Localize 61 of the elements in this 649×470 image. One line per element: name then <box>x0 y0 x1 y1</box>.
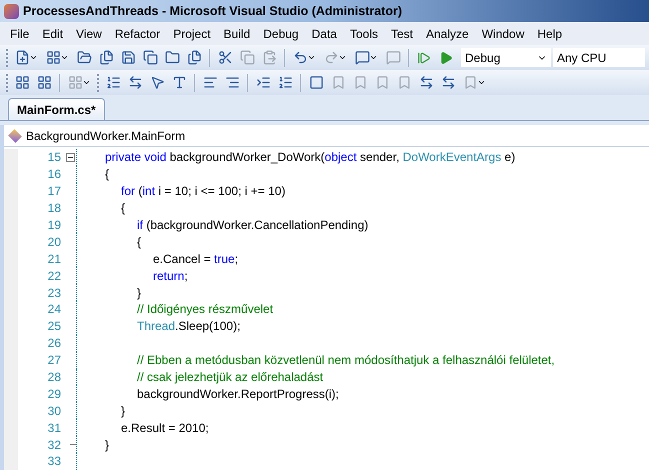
breadcrumb-text: BackgroundWorker.MainForm <box>26 128 186 144</box>
line-number: 27 <box>46 354 61 366</box>
menu-item[interactable]: Help <box>531 24 568 42</box>
document-tab[interactable]: MainForm.cs* <box>8 98 105 120</box>
line-number: 15 <box>46 151 61 164</box>
menu-item[interactable]: Test <box>384 24 419 42</box>
menu-item[interactable]: Edit <box>36 24 70 42</box>
line-number: 24 <box>46 303 61 316</box>
menu-item[interactable]: Data <box>306 24 343 42</box>
code-line: { <box>136 236 142 248</box>
fold-end-mark <box>70 444 76 446</box>
menu-item[interactable]: Debug <box>257 24 305 42</box>
menu-item[interactable]: Tools <box>344 24 384 42</box>
window-title: ProcessesAndThreads - Microsoft Visual Studio (Administrator) <box>23 2 402 20</box>
menu-item[interactable]: Analyze <box>420 24 475 42</box>
menu-item[interactable]: Project <box>167 24 217 42</box>
platform-dropdown[interactable]: Any CPU <box>553 48 645 67</box>
line-number: 22 <box>46 270 61 282</box>
line-number: 29 <box>46 388 61 400</box>
menu-item[interactable]: File <box>4 24 36 42</box>
code-line: private void backgroundWorker_DoWork(object sender, DoWorkEventArgs e) <box>104 151 516 164</box>
menu-item[interactable]: Window <box>476 24 530 42</box>
menu-item[interactable]: View <box>70 24 108 42</box>
line-number: 26 <box>46 337 61 350</box>
line-number: 16 <box>46 168 61 180</box>
code-line: if (backgroundWorker.CancellationPending) <box>136 219 368 231</box>
line-number: 23 <box>46 286 61 299</box>
toolbar-grip[interactable] <box>6 48 9 66</box>
line-number: 19 <box>46 219 61 231</box>
line-number: 32 <box>46 438 61 451</box>
code-line: return; <box>152 270 188 282</box>
menu-item[interactable]: Build <box>218 24 256 42</box>
code-line: // Időigényes részművelet <box>136 303 274 316</box>
toolbar-grip[interactable] <box>6 74 9 92</box>
line-number: 17 <box>46 185 61 198</box>
code-line: } <box>120 404 126 417</box>
code-line: // Ebben a metódusban közvetlenül nem módosíthatjuk a felhasználói felületet, <box>136 354 555 366</box>
line-number: 28 <box>46 371 61 384</box>
line-number: 25 <box>46 320 61 332</box>
code-line: e.Cancel = true; <box>152 252 238 265</box>
code-line: } <box>104 438 110 451</box>
code-line: { <box>104 168 110 180</box>
code-line: { <box>120 202 126 214</box>
code-line: for (int i = 10; i <= 100; i += 10) <box>120 185 286 198</box>
line-number: 20 <box>46 236 61 248</box>
code-line: e.Result = 2010; <box>120 422 209 434</box>
line-number: 31 <box>46 422 61 434</box>
line-number: 18 <box>46 202 61 214</box>
line-number: 21 <box>46 252 61 265</box>
code-line: Thread.Sleep(100); <box>136 320 240 332</box>
collapse-icon[interactable] <box>66 152 74 162</box>
code-line: } <box>136 286 142 299</box>
line-number: 33 <box>46 455 61 468</box>
code-line: backgroundWorker.ReportProgress(i); <box>136 388 339 400</box>
code-line: // csak jelezhetjük az előrehaladást <box>136 371 324 384</box>
toolbar-grip[interactable] <box>97 74 100 92</box>
class-icon <box>8 128 22 142</box>
line-number: 30 <box>46 404 61 417</box>
app-logo-icon <box>4 4 19 18</box>
menu-item[interactable]: Refactor <box>108 24 166 42</box>
configuration-dropdown[interactable]: Debug <box>461 48 551 67</box>
